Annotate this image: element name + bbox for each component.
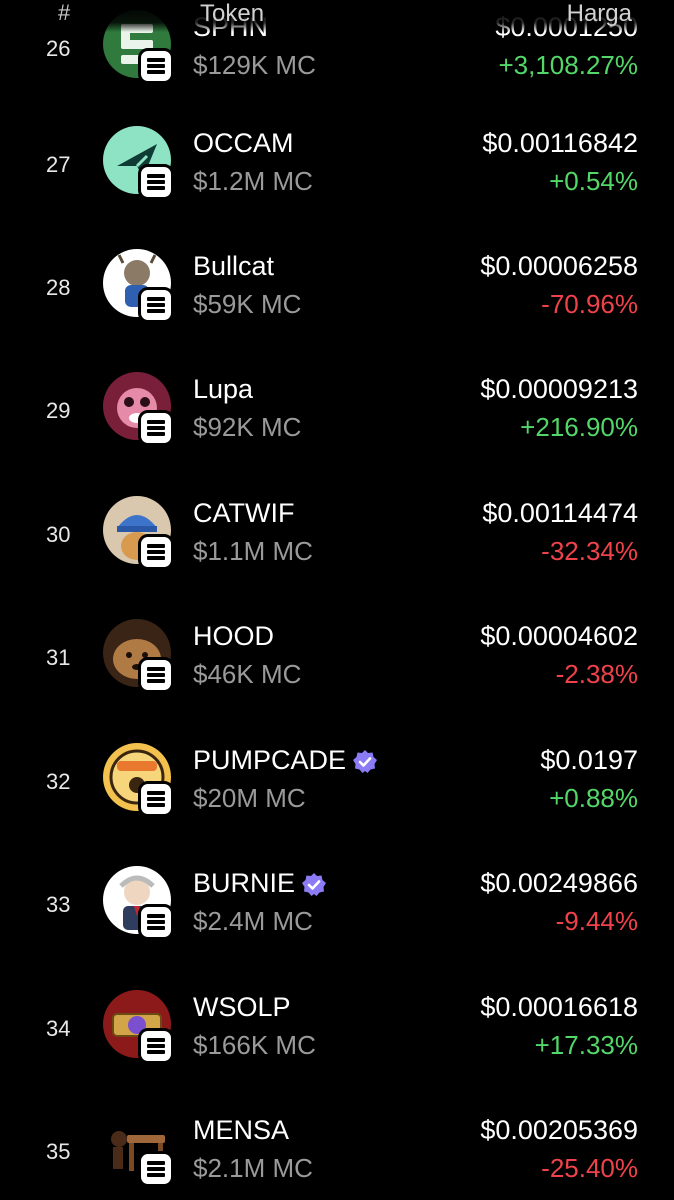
token-row[interactable]: 34 WSOLP $166K MC $0.00016618 +17.33% [0, 990, 674, 1114]
token-market-cap: $2.4M MC [193, 906, 313, 936]
verified-badge-icon [353, 749, 378, 773]
token-name: CATWIF [193, 498, 295, 528]
token-price: $0.00004602 [480, 621, 638, 651]
solana-chain-icon [138, 1028, 174, 1064]
token-row[interactable]: 31 HOOD $46K MC $0.00004602 -2.38% [0, 619, 674, 743]
token-market-cap: $59K MC [193, 289, 302, 319]
token-market-cap: $46K MC [193, 659, 302, 689]
price-column-header[interactable]: Harga [567, 0, 632, 28]
token-name: OCCAM [193, 128, 294, 158]
token-name: MENSA [193, 1115, 290, 1145]
token-price: $0.00116842 [482, 128, 638, 158]
token-name: PUMPCADE [193, 745, 378, 776]
token-row[interactable]: 29 Lupa $92K MC $0.00009213 +216.90% [0, 372, 674, 496]
solana-chain-icon [138, 287, 174, 323]
token-list-screen: 26 SPHN $129K MC $0.0001250 +3,108.27% 2… [0, 0, 674, 1200]
token-change: -25.40% [541, 1153, 638, 1183]
token-row[interactable]: 30 CATWIF $1.1M MC $0.00114474 -32.34% [0, 496, 674, 620]
token-row[interactable]: 32 PUMPCADE $20M MC $0.0197 +0.88% [0, 743, 674, 867]
token-market-cap: $166K MC [193, 1030, 316, 1060]
token-change: -9.44% [555, 906, 638, 936]
token-rank: 35 [46, 1139, 71, 1164]
token-market-cap: $1.2M MC [193, 166, 313, 196]
token-change: +0.54% [549, 166, 638, 196]
solana-chain-icon [138, 781, 174, 817]
solana-chain-icon [138, 48, 174, 84]
solana-chain-icon [138, 1151, 174, 1187]
token-name: Lupa [193, 374, 254, 404]
token-rank: 29 [46, 398, 71, 423]
solana-chain-icon [138, 904, 174, 940]
column-header: # Token Harga [0, 0, 674, 32]
token-rank: 32 [46, 769, 71, 794]
token-rank: 27 [46, 152, 71, 177]
token-change: +17.33% [534, 1030, 638, 1060]
token-rank: 31 [46, 645, 71, 670]
verified-badge-icon [302, 872, 327, 896]
token-price: $0.00009213 [480, 374, 638, 404]
token-market-cap: $20M MC [193, 783, 306, 813]
token-row[interactable]: 33 BURNIE $2.4M MC $0.00249866 -9.44% [0, 866, 674, 990]
solana-chain-icon [138, 657, 174, 693]
token-name: HOOD [193, 621, 274, 651]
token-name: BURNIE [193, 868, 327, 899]
token-market-cap: $92K MC [193, 412, 302, 442]
token-price: $0.00114474 [482, 498, 638, 528]
token-price: $0.00016618 [480, 992, 638, 1022]
token-rank: 34 [46, 1016, 71, 1041]
solana-chain-icon [138, 164, 174, 200]
token-market-cap: $129K MC [193, 50, 316, 80]
token-row[interactable]: 35 MENSA $2.1M MC $0.00205369 -25.40% [0, 1113, 674, 1200]
token-price: $0.00205369 [480, 1115, 638, 1145]
token-change: -32.34% [541, 536, 638, 566]
token-row[interactable]: 28 Bullcat $59K MC $0.00006258 -70.96% [0, 249, 674, 373]
solana-chain-icon [138, 534, 174, 570]
token-change: -2.38% [555, 659, 638, 689]
rank-column-header[interactable]: # [58, 0, 70, 26]
token-market-cap: $2.1M MC [193, 1153, 313, 1183]
token-rank: 26 [46, 36, 71, 61]
token-rank: 30 [46, 522, 71, 547]
token-price: $0.0197 [540, 745, 638, 775]
token-change: +3,108.27% [498, 50, 638, 80]
token-name: WSOLP [193, 992, 291, 1022]
token-row[interactable]: 27 OCCAM $1.2M MC $0.00116842 +0.54% [0, 126, 674, 250]
token-column-header[interactable]: Token [200, 0, 264, 28]
token-change: -70.96% [541, 289, 638, 319]
token-change: +216.90% [520, 412, 638, 442]
token-change: +0.88% [549, 783, 638, 813]
token-price: $0.00006258 [480, 251, 638, 281]
token-rank: 28 [46, 275, 71, 300]
token-name: Bullcat [193, 251, 275, 281]
token-price: $0.00249866 [480, 868, 638, 898]
solana-chain-icon [138, 410, 174, 446]
token-market-cap: $1.1M MC [193, 536, 313, 566]
token-rank: 33 [46, 892, 71, 917]
